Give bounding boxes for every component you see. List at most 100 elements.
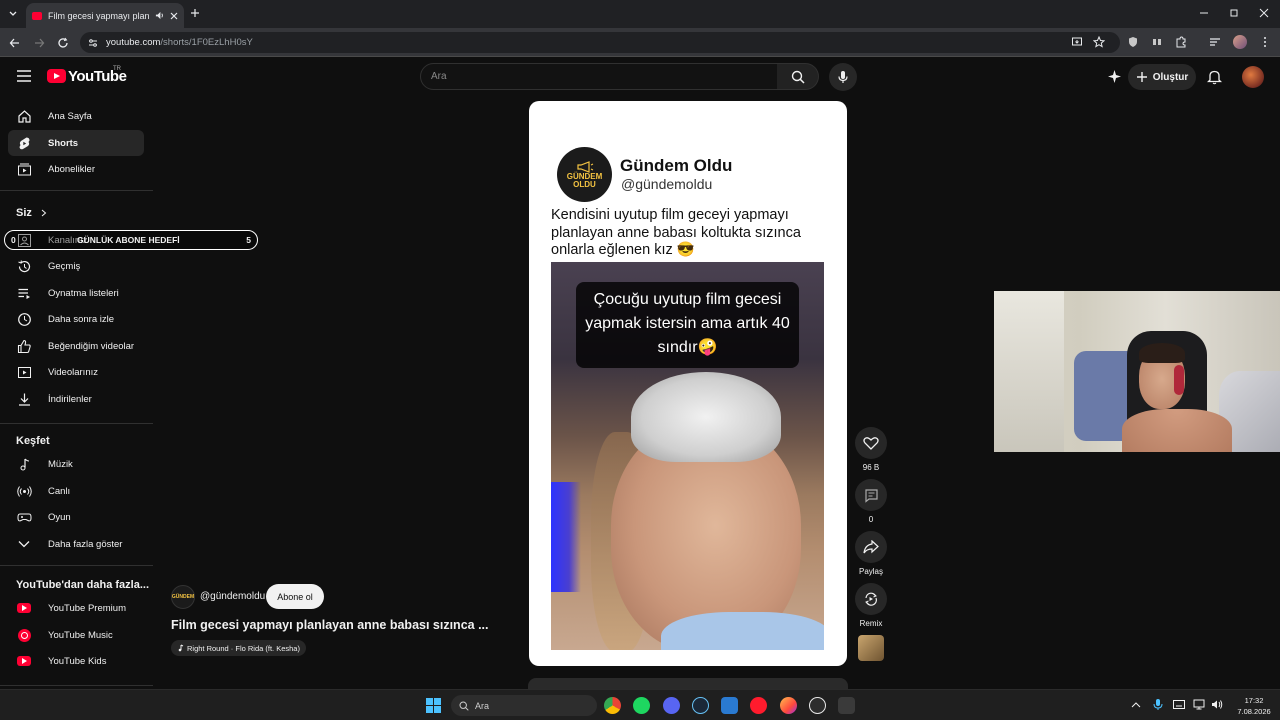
browser-tab[interactable]: Film gecesi yapmayı planlayan anne babas… xyxy=(26,3,184,28)
megaphone-icon xyxy=(576,160,594,173)
maximize-icon[interactable] xyxy=(1229,8,1239,18)
spotify-icon[interactable] xyxy=(633,697,650,714)
sidebar-item-live[interactable]: Canlı xyxy=(8,478,144,504)
tab-search-icon[interactable] xyxy=(8,9,18,19)
window-close-icon[interactable] xyxy=(1259,8,1269,18)
chrome-icon[interactable] xyxy=(604,697,621,714)
goal-target-count: 5 xyxy=(246,235,251,245)
sidebar-item-youtube-music[interactable]: YouTube Music xyxy=(8,622,144,648)
sidebar-heading-explore: Keşfet xyxy=(16,435,50,447)
browser-tab-bar: Film gecesi yapmayı planlayan anne babas… xyxy=(0,0,1280,28)
address-bar[interactable]: youtube.com/shorts/1F0EzLhH0sY xyxy=(80,32,1120,53)
sidebar-item-playlists[interactable]: Oynatma listeleri xyxy=(8,280,144,306)
back-icon[interactable] xyxy=(9,37,21,49)
create-button[interactable]: Oluştur xyxy=(1128,64,1196,90)
site-info-icon[interactable] xyxy=(88,38,98,48)
sidebar-item-show-more[interactable]: Daha fazla göster xyxy=(8,531,144,557)
video-background-light xyxy=(551,482,581,592)
video-shirt-shape xyxy=(661,612,824,650)
webcam-body-shape xyxy=(1122,409,1232,452)
app-icon[interactable] xyxy=(721,697,738,714)
browser-menu-icon[interactable] xyxy=(1259,36,1271,48)
sidebar-heading-more-from-youtube: YouTube'dan daha fazla... xyxy=(16,579,149,591)
app-icon[interactable] xyxy=(838,697,855,714)
steam-icon[interactable] xyxy=(692,697,709,714)
tab-audio-icon[interactable] xyxy=(155,11,164,20)
post-author-handle: @gündemoldu xyxy=(621,176,713,192)
remix-button[interactable] xyxy=(855,583,887,615)
sidebar-item-your-videos[interactable]: Videolarınız xyxy=(8,359,144,385)
video-frame[interactable]: Çocuğu uyutup film gecesi yapmak istersi… xyxy=(551,262,824,650)
profile-avatar[interactable] xyxy=(1233,35,1247,49)
search-button[interactable] xyxy=(777,63,819,90)
sidebar-item-label: Oyun xyxy=(48,511,71,523)
discord-icon[interactable] xyxy=(663,697,680,714)
notifications-bell-icon[interactable] xyxy=(1207,69,1222,85)
puzzle-icon[interactable] xyxy=(1175,36,1187,48)
sidebar-item-home[interactable]: Ana Sayfa xyxy=(8,103,144,129)
shield-icon[interactable] xyxy=(1127,36,1139,48)
sidebar-item-gaming[interactable]: Oyun xyxy=(8,504,144,530)
obs-icon[interactable] xyxy=(809,697,826,714)
share-button[interactable] xyxy=(855,531,887,563)
sidebar-item-downloads[interactable]: İndirilenler xyxy=(8,386,144,412)
shorts-icon xyxy=(16,135,32,151)
logo-text-bottom: OLDU xyxy=(573,179,596,189)
heart-icon xyxy=(863,436,879,450)
tray-volume-icon[interactable] xyxy=(1211,699,1223,710)
reload-icon[interactable] xyxy=(57,37,69,49)
install-app-icon[interactable] xyxy=(1071,36,1083,48)
like-button[interactable] xyxy=(855,427,887,459)
sidebar-item-subscriptions[interactable]: Abonelikler xyxy=(8,156,144,182)
sidebar-item-watch-later[interactable]: Daha sonra izle xyxy=(8,306,144,332)
sidebar-heading-you[interactable]: Siz xyxy=(16,207,47,219)
tray-chevron-up-icon[interactable] xyxy=(1131,701,1141,708)
reading-list-icon[interactable] xyxy=(1209,36,1221,48)
playlists-icon xyxy=(16,285,32,301)
music-track: Right Round · Flo Rida (ft. Kesha) xyxy=(187,643,300,653)
tab-close-icon[interactable] xyxy=(170,12,178,20)
windows-start-icon[interactable] xyxy=(426,698,441,713)
tray-keyboard-icon[interactable] xyxy=(1173,700,1185,709)
short-video-player[interactable]: GÜNDEM OLDU Gündem Oldu @gündemoldu Kend… xyxy=(529,101,847,666)
sidebar-item-youtube-kids[interactable]: YouTube Kids xyxy=(8,648,144,674)
tray-mic-icon[interactable] xyxy=(1153,698,1163,711)
sidebar-item-label: Daha fazla göster xyxy=(48,538,123,550)
new-tab-icon[interactable] xyxy=(190,8,200,18)
opera-icon[interactable] xyxy=(750,697,767,714)
forward-icon[interactable] xyxy=(33,37,45,49)
chevron-right-icon xyxy=(41,209,47,217)
video-title[interactable]: Film gecesi yapmayı planlayan anne babas… xyxy=(171,618,489,632)
heading-label: Siz xyxy=(16,207,32,219)
music-pill[interactable]: Right Round · Flo Rida (ft. Kesha) xyxy=(171,640,306,656)
sidebar-item-youtube-premium[interactable]: YouTube Premium xyxy=(8,595,144,621)
minimize-icon[interactable] xyxy=(1199,8,1209,18)
sidebar-item-label: YouTube Kids xyxy=(48,655,107,667)
chevron-down-icon xyxy=(16,536,32,552)
firefox-icon[interactable] xyxy=(780,697,797,714)
search-input[interactable]: Ara xyxy=(420,63,778,90)
goal-current-count: 0 xyxy=(11,235,16,245)
taskbar-clock[interactable]: 17:32 7.08.2026 xyxy=(1232,695,1276,717)
account-avatar[interactable] xyxy=(1242,66,1264,88)
url-host: youtube.com xyxy=(106,37,161,48)
taskbar-search[interactable]: Ara xyxy=(451,695,597,716)
sidebar-item-history[interactable]: Geçmiş xyxy=(8,253,144,279)
subscribe-button[interactable]: Abone ol xyxy=(266,584,324,609)
extension-icon[interactable] xyxy=(1151,36,1163,48)
channel-handle[interactable]: @gündemoldu xyxy=(200,591,265,602)
channel-avatar[interactable]: GÜNDEM xyxy=(171,585,195,609)
next-short-preview[interactable] xyxy=(528,678,848,689)
taskbar-search-icon xyxy=(459,700,469,711)
youtube-logo-icon[interactable] xyxy=(47,69,66,83)
gemini-sparkle-icon[interactable] xyxy=(1107,69,1122,84)
sidebar-item-liked-videos[interactable]: Beğendiğim videolar xyxy=(8,333,144,359)
sidebar-item-shorts[interactable]: Shorts xyxy=(8,130,144,156)
sound-thumbnail[interactable] xyxy=(858,635,884,661)
bookmark-star-icon[interactable] xyxy=(1093,36,1105,48)
tray-network-icon[interactable] xyxy=(1193,699,1205,710)
sidebar-item-music[interactable]: Müzik xyxy=(8,451,144,477)
comments-button[interactable] xyxy=(855,479,887,511)
hamburger-menu-icon[interactable] xyxy=(17,70,31,82)
voice-search-button[interactable] xyxy=(829,63,857,91)
